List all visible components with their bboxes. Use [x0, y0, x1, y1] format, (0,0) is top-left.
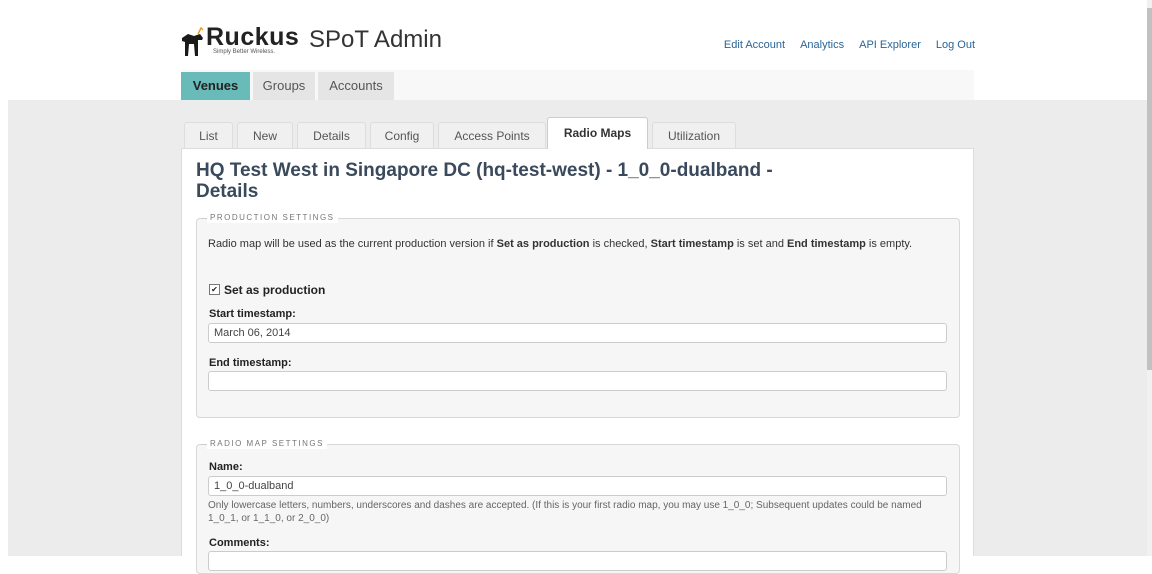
name-input[interactable]: 1_0_0-dualband: [208, 476, 947, 496]
start-timestamp-label: Start timestamp:: [209, 308, 296, 320]
set-as-production-label: Set as production: [224, 283, 326, 297]
top-links: Edit Account Analytics API Explorer Log …: [724, 39, 975, 51]
desc-text-3: is set and: [733, 238, 787, 250]
tab-details[interactable]: Details: [297, 122, 366, 148]
set-as-production-checkbox[interactable]: ✔: [209, 284, 220, 295]
tab-utilization[interactable]: Utilization: [652, 122, 736, 148]
header: Ruckus Simply Better Wireless. SPoT Admi…: [0, 0, 1152, 100]
end-timestamp-input[interactable]: [208, 371, 947, 391]
page-scrollbar[interactable]: [1147, 0, 1152, 556]
edit-account-link[interactable]: Edit Account: [724, 39, 785, 51]
tab-radio-maps[interactable]: Radio Maps: [547, 117, 648, 149]
logo-tagline: Simply Better Wireless.: [213, 49, 276, 55]
comments-input[interactable]: [208, 551, 947, 571]
ruckus-logo[interactable]: Ruckus Simply Better Wireless.: [180, 22, 300, 58]
end-timestamp-label: End timestamp:: [209, 357, 292, 369]
radio-map-settings-legend: RADIO MAP SETTINGS: [201, 439, 327, 449]
name-label: Name:: [209, 461, 243, 473]
desc-text-1: Radio map will be used as the current pr…: [208, 238, 497, 250]
production-settings-legend: PRODUCTION SETTINGS: [201, 213, 338, 223]
desc-bold-set-as-production: Set as production: [496, 238, 590, 250]
analytics-link[interactable]: Analytics: [800, 39, 844, 51]
main-nav: Venues Groups Accounts: [181, 70, 974, 100]
tab-new[interactable]: New: [237, 122, 293, 148]
scrollbar-thumb[interactable]: [1147, 8, 1152, 370]
logo-wordmark: Ruckus: [206, 23, 300, 51]
comments-label: Comments:: [209, 537, 270, 549]
api-explorer-link[interactable]: API Explorer: [859, 39, 921, 51]
name-hint: Only lowercase letters, numbers, undersc…: [208, 500, 922, 524]
nav-tab-groups[interactable]: Groups: [253, 72, 315, 100]
tab-access-points[interactable]: Access Points: [438, 122, 546, 148]
desc-bold-end-timestamp: End timestamp: [787, 238, 866, 250]
page-title: HQ Test West in Singapore DC (hq-test-we…: [196, 160, 773, 202]
production-description: Radio map will be used as the current pr…: [208, 236, 953, 252]
desc-text-2: is checked,: [589, 238, 651, 250]
desc-bold-start-timestamp: Start timestamp: [650, 238, 734, 250]
dog-logo-icon: [182, 26, 204, 56]
log-out-link[interactable]: Log Out: [936, 39, 975, 51]
desc-text-4: is empty.: [865, 238, 913, 250]
app-title: SPoT Admin: [309, 26, 442, 53]
tab-list[interactable]: List: [184, 122, 233, 148]
nav-tab-venues[interactable]: Venues: [181, 72, 250, 100]
tab-config[interactable]: Config: [370, 122, 434, 148]
start-timestamp-input[interactable]: March 06, 2014: [208, 323, 947, 343]
nav-tab-accounts[interactable]: Accounts: [318, 72, 394, 100]
